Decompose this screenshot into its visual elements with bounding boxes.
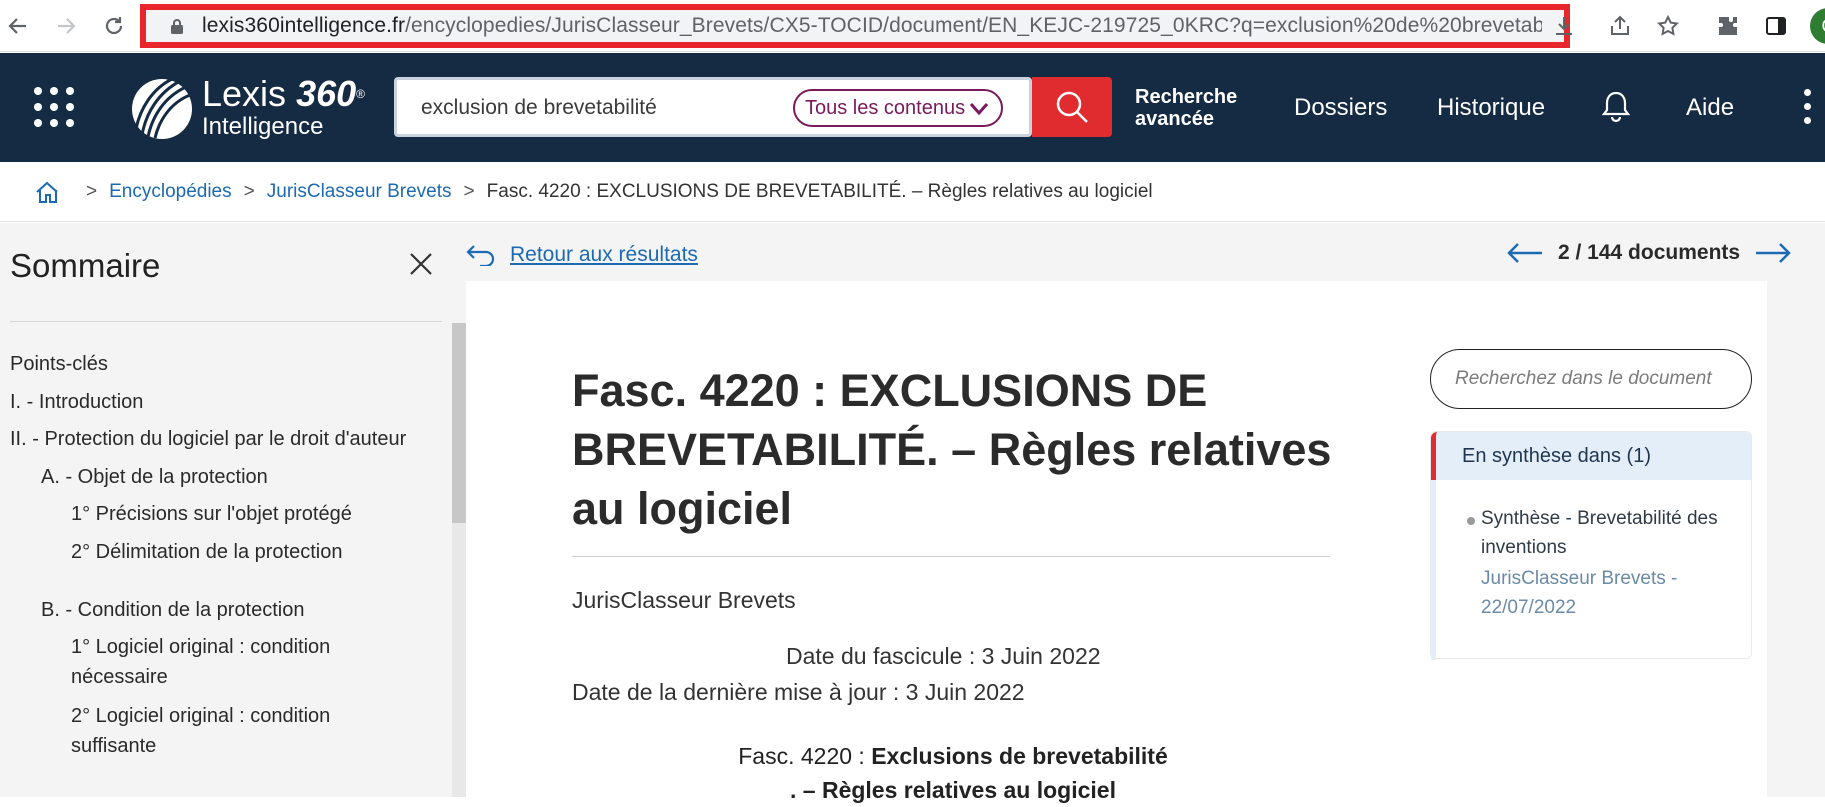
toc-item-condition[interactable]: B. - Condition de la protection <box>41 595 305 625</box>
extensions-puzzle-icon[interactable] <box>1712 10 1744 42</box>
forward-arrow-icon[interactable] <box>48 8 84 44</box>
url-text: lexis360intelligence.fr/encyclopedies/Ju… <box>202 14 1542 37</box>
synthesis-header[interactable]: En synthèse dans (1) <box>1431 432 1751 480</box>
return-arrow-icon <box>466 245 495 266</box>
scope-dropdown[interactable]: Tous les contenus <box>793 89 1003 127</box>
breadcrumb-current: Fasc. 4220 : EXCLUSIONS DE BREVETABILITÉ… <box>486 180 1153 202</box>
lexis-logo[interactable]: Lexis 360® Intelligence <box>128 73 378 143</box>
search-query-text: exclusion de brevetabilité <box>421 96 657 119</box>
nav-historique[interactable]: Historique <box>1437 53 1545 162</box>
breadcrumb-encyclopedies[interactable]: Encyclopédies <box>109 181 232 203</box>
breadcrumb-jurisclasseur[interactable]: JurisClasseur Brevets <box>267 181 452 203</box>
next-arrow-icon[interactable] <box>1754 241 1792 265</box>
nav-advanced-search[interactable]: Recherche avancée <box>1135 53 1237 162</box>
back-arrow-icon[interactable] <box>0 8 36 44</box>
home-icon[interactable] <box>34 180 60 204</box>
apps-grid-icon[interactable] <box>34 87 74 127</box>
toc-item-objet-protection[interactable]: A. - Objet de la protection <box>41 462 268 492</box>
search-button[interactable] <box>1032 77 1112 137</box>
address-bar[interactable]: lexis360intelligence.fr/encyclopedies/Ju… <box>140 4 1570 48</box>
search-input[interactable]: exclusion de brevetabilité Tous les cont… <box>394 77 1032 137</box>
star-bookmark-icon[interactable] <box>1652 10 1684 42</box>
document-title: Fasc. 4220 : EXCLUSIONS DE BREVETABILITÉ… <box>572 365 1332 534</box>
close-icon[interactable] <box>408 251 434 277</box>
date-last-update: Date de la dernière mise à jour : 3 Juin… <box>572 679 1025 705</box>
sidebar-title: Sommaire <box>10 247 161 284</box>
side-panel-icon[interactable] <box>1760 10 1792 42</box>
bullet-icon <box>1467 517 1475 525</box>
synthesis-item-meta: JurisClasseur Brevets - 22/07/2022 <box>1481 568 1678 618</box>
breadcrumb: > Encyclopédies > JurisClasseur Brevets … <box>0 162 1825 222</box>
browser-toolbar: lexis360intelligence.fr/encyclopedies/Ju… <box>0 0 1825 52</box>
toc-item-condition-suffisante[interactable]: 2° Logiciel original : condition suffisa… <box>71 701 371 761</box>
document-panel: Fasc. 4220 : EXCLUSIONS DE BREVETABILITÉ… <box>466 281 1767 803</box>
toc-item-delimitation[interactable]: 2° Délimitation de la protection <box>71 537 342 567</box>
main-content: Retour aux résultats 2 / 144 documents F… <box>466 223 1825 803</box>
date-fascicule: Date du fascicule : 3 Juin 2022 <box>786 643 1101 669</box>
bell-notifications-icon[interactable] <box>1600 89 1632 123</box>
chevron-down-icon <box>969 103 989 116</box>
reload-icon[interactable] <box>96 8 132 44</box>
logo-sub: Intelligence <box>202 113 324 140</box>
synthesis-item-title[interactable]: Synthèse - Brevetabilité des inventions <box>1481 504 1733 562</box>
toc-item-droit-auteur[interactable]: II. - Protection du logiciel par le droi… <box>10 424 406 454</box>
lexis-logo-mark-icon <box>132 77 192 139</box>
title-divider <box>572 556 1330 557</box>
share-icon[interactable] <box>1604 10 1636 42</box>
nav-dossiers[interactable]: Dossiers <box>1294 53 1387 162</box>
document-pager: 2 / 144 documents <box>1506 241 1792 265</box>
lock-icon <box>171 19 183 34</box>
scope-label: Tous les contenus <box>805 96 966 119</box>
toc-item-points-cles[interactable]: Points-clés <box>10 349 108 379</box>
pager-count: 2 / 144 documents <box>1558 241 1741 264</box>
document-source: JurisClasseur Brevets <box>572 587 796 613</box>
toc-item-precisions[interactable]: 1° Précisions sur l'objet protégé <box>71 499 352 529</box>
document-search-input[interactable]: Recherchez dans le document <box>1430 349 1752 409</box>
search-icon <box>1056 91 1088 123</box>
app-header: Lexis 360® Intelligence exclusion de bre… <box>0 53 1825 162</box>
back-to-results-link[interactable]: Retour aux résultats <box>466 243 698 267</box>
logo-name: Lexis 360® <box>202 73 365 114</box>
sidebar-scroll-thumb[interactable] <box>452 323 466 523</box>
more-menu-icon[interactable] <box>1800 89 1814 125</box>
nav-aide[interactable]: Aide <box>1686 53 1734 162</box>
prev-arrow-icon[interactable] <box>1506 241 1544 265</box>
synthesis-panel: En synthèse dans (1) Synthèse - Brevetab… <box>1430 431 1752 660</box>
download-icon[interactable] <box>1548 10 1580 42</box>
toc-item-introduction[interactable]: I. - Introduction <box>10 387 143 417</box>
toc-item-condition-necessaire[interactable]: 1° Logiciel original : condition nécessa… <box>71 632 371 692</box>
sommaire-sidebar: Sommaire Points-clés I. - Introduction I… <box>0 223 466 797</box>
profile-avatar[interactable]: C <box>1810 8 1825 44</box>
